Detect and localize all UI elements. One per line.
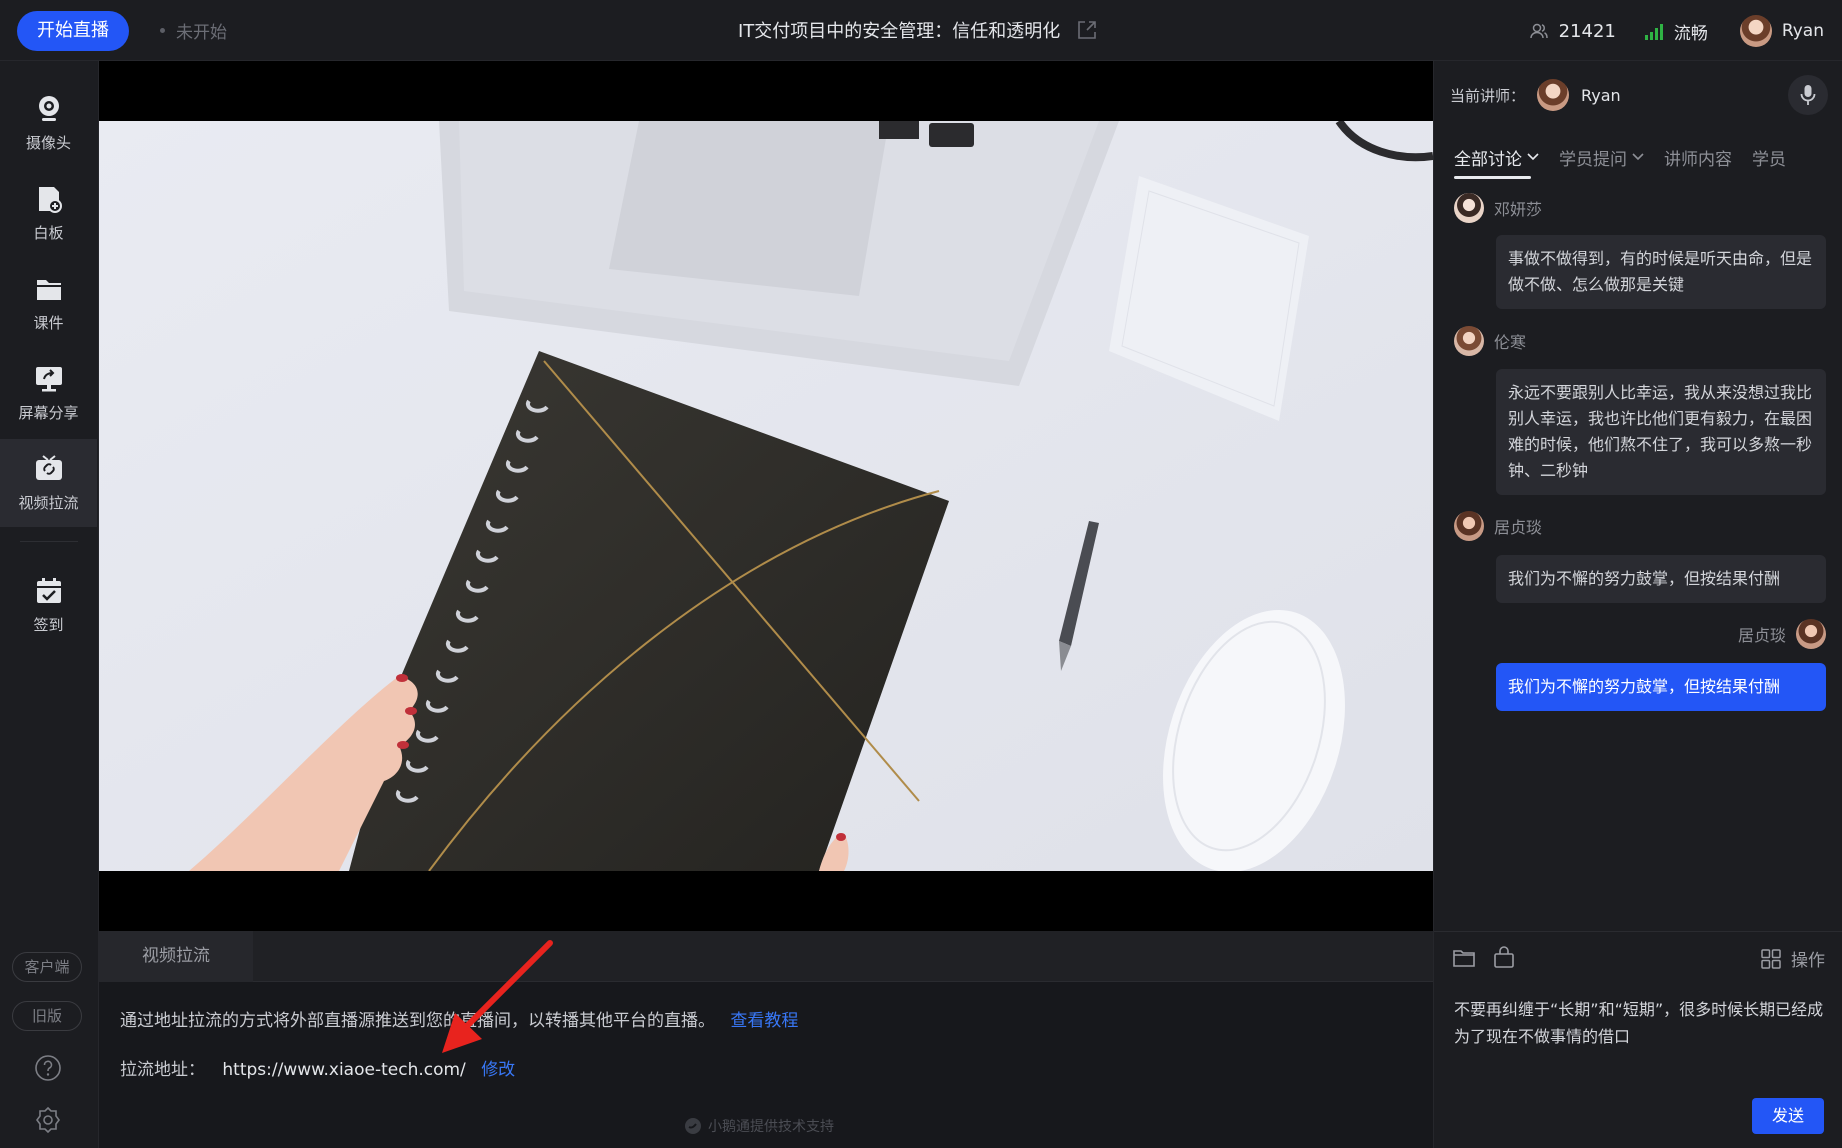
left-toolbar: 摄像头 白板 课件 屏幕分享 视频拉流 签到 客户端 旧版 xyxy=(0,61,99,1148)
chat-tabs: 全部讨论 学员提问 讲师内容 学员 xyxy=(1454,137,1842,179)
message-header: 居贞琰 xyxy=(1454,511,1542,541)
tool-label: 课件 xyxy=(33,313,64,332)
send-button[interactable]: 发送 xyxy=(1752,1098,1824,1134)
camera-icon xyxy=(38,95,59,121)
edit-address-link[interactable]: 修改 xyxy=(481,1060,515,1080)
status-dot xyxy=(160,28,165,33)
help-icon[interactable] xyxy=(33,1053,63,1083)
avatar xyxy=(1454,193,1484,223)
tool-camera[interactable]: 摄像头 xyxy=(0,79,97,167)
screen-share-icon xyxy=(35,366,62,391)
courseware-icon xyxy=(36,279,61,300)
client-button[interactable]: 客户端 xyxy=(12,952,82,982)
network-status: 流畅 xyxy=(1644,19,1708,44)
tool-courseware[interactable]: 课件 xyxy=(0,259,97,347)
tab-video-pull[interactable]: 视频拉流 xyxy=(99,931,253,982)
grid-icon xyxy=(1761,948,1781,969)
pull-address-value: https://www.xiaoe-tech.com/ xyxy=(222,1060,466,1080)
chat-bubble-own: 我们为不懈的努力鼓掌，但按结果付酬 xyxy=(1496,663,1826,711)
pull-description: 通过地址拉流的方式将外部直播源推送到您的直播间，以转播其他平台的直播。 查看教程 xyxy=(120,1006,798,1031)
video-stage xyxy=(99,61,1433,931)
chat-bubble: 事做不做得到，有的时候是听天由命，但是做不做、怎么做那是关键 xyxy=(1496,235,1826,309)
chevron-down-icon xyxy=(1632,153,1644,161)
message-header: 伦寒 xyxy=(1454,326,1526,356)
bag-icon[interactable] xyxy=(1492,946,1516,970)
start-live-button[interactable]: 开始直播 xyxy=(17,11,129,51)
pull-description-text: 通过地址拉流的方式将外部直播源推送到您的直播间，以转播其他平台的直播。 xyxy=(120,1011,715,1031)
tab-label: 全部讨论 xyxy=(1454,149,1522,170)
tool-label: 摄像头 xyxy=(25,133,71,152)
message-header: 居贞琰 xyxy=(1738,619,1826,649)
user-menu[interactable]: Ryan xyxy=(1739,15,1824,47)
tool-whiteboard[interactable]: 白板 xyxy=(0,169,97,257)
viewer-count-value: 21421 xyxy=(1558,20,1616,42)
chat-input-toolbar: 操作 xyxy=(1434,932,1842,984)
pull-address-row: 拉流地址： https://www.xiaoe-tech.com/ 修改 xyxy=(120,1055,515,1080)
message-header: 邓妍莎 xyxy=(1454,193,1542,223)
chat-panel: 当前讲师： Ryan 全部讨论 学员提问 讲师内容 学员 邓妍莎 事做不做得到，… xyxy=(1433,61,1842,1148)
panel-tab-bar: 视频拉流 xyxy=(99,931,1433,982)
viewers-icon xyxy=(1529,23,1548,39)
chevron-down-icon xyxy=(1527,153,1539,161)
current-lecturer: 当前讲师： Ryan xyxy=(1450,77,1621,113)
tutorial-link[interactable]: 查看教程 xyxy=(730,1011,798,1031)
operations-label: 操作 xyxy=(1791,951,1825,971)
chat-bubble: 我们为不懈的努力鼓掌，但按结果付酬 xyxy=(1496,555,1826,603)
tab-student-questions[interactable]: 学员提问 xyxy=(1559,137,1644,177)
video-frame xyxy=(99,121,1433,871)
tool-label: 白板 xyxy=(33,223,64,242)
tab-label: 学员 xyxy=(1752,149,1786,170)
tool-checkin[interactable]: 签到 xyxy=(0,561,97,649)
desk-photo xyxy=(99,121,1433,871)
brand-logo-icon xyxy=(685,1118,701,1134)
powered-by: 小鹅通提供技术支持 xyxy=(684,1116,834,1136)
sender-name: 邓妍莎 xyxy=(1494,200,1543,219)
avatar xyxy=(1454,511,1484,541)
network-status-label: 流畅 xyxy=(1673,23,1708,44)
user-avatar xyxy=(1739,15,1772,47)
chat-bubble: 永远不要跟别人比幸运，我从来没想过我比别人幸运，我也许比他们更有毅力，在最困难的… xyxy=(1496,369,1826,495)
tab-label: 讲师内容 xyxy=(1664,149,1732,170)
tool-screen-share[interactable]: 屏幕分享 xyxy=(0,349,97,437)
old-version-button[interactable]: 旧版 xyxy=(12,1001,82,1031)
tab-label: 学员提问 xyxy=(1559,149,1627,170)
sender-name: 伦寒 xyxy=(1494,333,1527,352)
video-pull-panel: 视频拉流 通过地址拉流的方式将外部直播源推送到您的直播间，以转播其他平台的直播。… xyxy=(99,931,1433,1148)
avatar xyxy=(1454,326,1484,356)
settings-icon[interactable] xyxy=(33,1105,63,1135)
operations-menu[interactable]: 操作 xyxy=(1761,946,1825,971)
microphone-button[interactable] xyxy=(1788,75,1828,115)
folder-icon[interactable] xyxy=(1452,946,1476,970)
page-title: IT交付项目中的安全管理：信任和透明化 xyxy=(738,21,1061,42)
video-pull-icon xyxy=(35,454,62,480)
lecturer-name: Ryan xyxy=(1581,85,1621,105)
signal-icon xyxy=(1644,24,1663,40)
tab-lecturer-content[interactable]: 讲师内容 xyxy=(1664,137,1732,177)
tab-all-discussion[interactable]: 全部讨论 xyxy=(1454,137,1539,179)
lecturer-label: 当前讲师： xyxy=(1450,86,1526,105)
toolbar-divider xyxy=(20,541,78,542)
user-name: Ryan xyxy=(1781,21,1824,41)
top-bar: 开始直播 未开始 IT交付项目中的安全管理：信任和透明化 21421 流畅 Ry… xyxy=(0,0,1842,61)
powered-by-text: 小鹅通提供技术支持 xyxy=(708,1119,834,1135)
top-bar-right: 21421 流畅 Ryan xyxy=(1529,12,1824,50)
microphone-icon xyxy=(1800,85,1816,105)
sender-name: 居贞琰 xyxy=(1494,518,1543,537)
checkin-icon xyxy=(36,577,61,603)
chat-input[interactable]: 不要再纠缠于“长期”和“短期”，很多时候长期已经成为了现在不做事情的借口 xyxy=(1454,996,1826,1050)
sender-name: 居贞琰 xyxy=(1737,626,1786,645)
viewer-count: 21421 xyxy=(1529,21,1616,42)
tab-students[interactable]: 学员 xyxy=(1752,137,1786,177)
avatar xyxy=(1796,619,1826,649)
pull-address-label: 拉流地址： xyxy=(120,1060,205,1080)
share-icon[interactable] xyxy=(1076,19,1098,41)
tool-label: 屏幕分享 xyxy=(18,403,79,422)
tool-video-pull[interactable]: 视频拉流 xyxy=(0,439,97,527)
whiteboard-icon xyxy=(38,186,62,213)
title-area: IT交付项目中的安全管理：信任和透明化 xyxy=(738,17,1098,43)
tool-label: 视频拉流 xyxy=(18,493,79,512)
tool-label: 签到 xyxy=(33,615,64,634)
live-status: 未开始 xyxy=(176,23,227,43)
lecturer-avatar xyxy=(1537,79,1570,111)
